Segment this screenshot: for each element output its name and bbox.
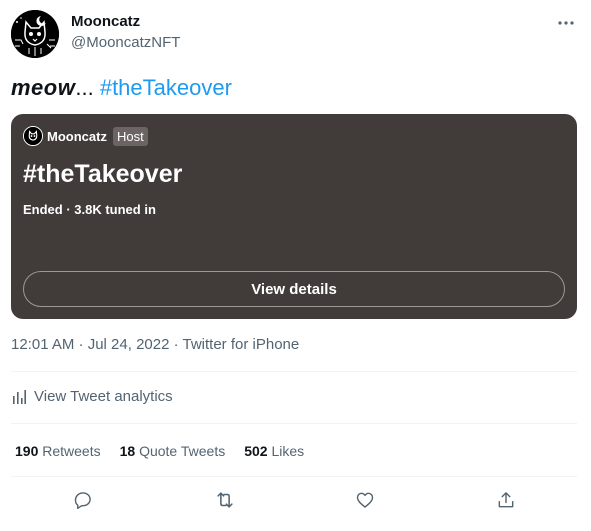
cat-avatar-icon bbox=[24, 127, 42, 145]
author-name[interactable]: Mooncatz bbox=[71, 13, 140, 31]
space-title: #theTakeover bbox=[23, 160, 183, 188]
tweet-actions bbox=[0, 488, 591, 514]
retweet-icon bbox=[217, 492, 233, 508]
host-avatar bbox=[23, 126, 43, 146]
like-button[interactable] bbox=[353, 488, 377, 512]
tweet-timestamp[interactable]: 12:01 AM · Jul 24, 2022 · Twitter for iP… bbox=[11, 336, 299, 354]
quote-tweets-label: Quote Tweets bbox=[139, 443, 226, 459]
space-card[interactable]: Mooncatz Host #theTakeover Ended · 3.8K … bbox=[11, 114, 577, 319]
space-status: Ended · 3.8K tuned in bbox=[23, 202, 156, 217]
likes-stat[interactable]: 502 Likes bbox=[244, 442, 304, 460]
quote-tweets-stat[interactable]: 18 Quote Tweets bbox=[120, 442, 226, 460]
retweet-button[interactable] bbox=[213, 488, 237, 512]
analytics-icon bbox=[13, 389, 26, 404]
author-handle[interactable]: @MooncatzNFT bbox=[71, 34, 180, 52]
divider bbox=[11, 423, 577, 424]
more-horizontal-icon bbox=[558, 21, 574, 25]
cat-avatar-icon bbox=[11, 10, 59, 58]
host-name: Mooncatz bbox=[47, 128, 107, 144]
tweet-ellipsis: ... bbox=[75, 75, 94, 100]
tweet-text: meow... #theTakeover bbox=[11, 74, 232, 102]
tweet-stats: 190 Retweets 18 Quote Tweets 502 Likes bbox=[15, 442, 323, 460]
retweets-label: Retweets bbox=[42, 443, 101, 459]
share-icon bbox=[498, 492, 514, 508]
likes-label: Likes bbox=[271, 443, 305, 459]
retweets-stat[interactable]: 190 Retweets bbox=[15, 442, 101, 460]
divider bbox=[11, 476, 577, 477]
reply-button[interactable] bbox=[71, 488, 95, 512]
analytics-label: View Tweet analytics bbox=[34, 388, 173, 405]
avatar[interactable] bbox=[11, 10, 59, 58]
like-icon bbox=[356, 492, 374, 508]
hashtag-link[interactable]: #theTakeover bbox=[100, 75, 232, 100]
quote-tweets-count: 18 bbox=[119, 443, 136, 459]
host-badge: Host bbox=[112, 126, 148, 146]
share-button[interactable] bbox=[494, 488, 518, 512]
space-host: Mooncatz Host bbox=[23, 126, 148, 146]
view-analytics-link[interactable]: View Tweet analytics bbox=[13, 388, 173, 405]
view-details-button[interactable]: View details bbox=[23, 271, 565, 307]
likes-count: 502 bbox=[244, 443, 268, 459]
tweet-emphasis: meow bbox=[11, 75, 76, 100]
retweets-count: 190 bbox=[15, 443, 39, 459]
reply-icon bbox=[74, 492, 91, 510]
more-options-button[interactable] bbox=[555, 12, 577, 34]
divider bbox=[11, 371, 577, 372]
